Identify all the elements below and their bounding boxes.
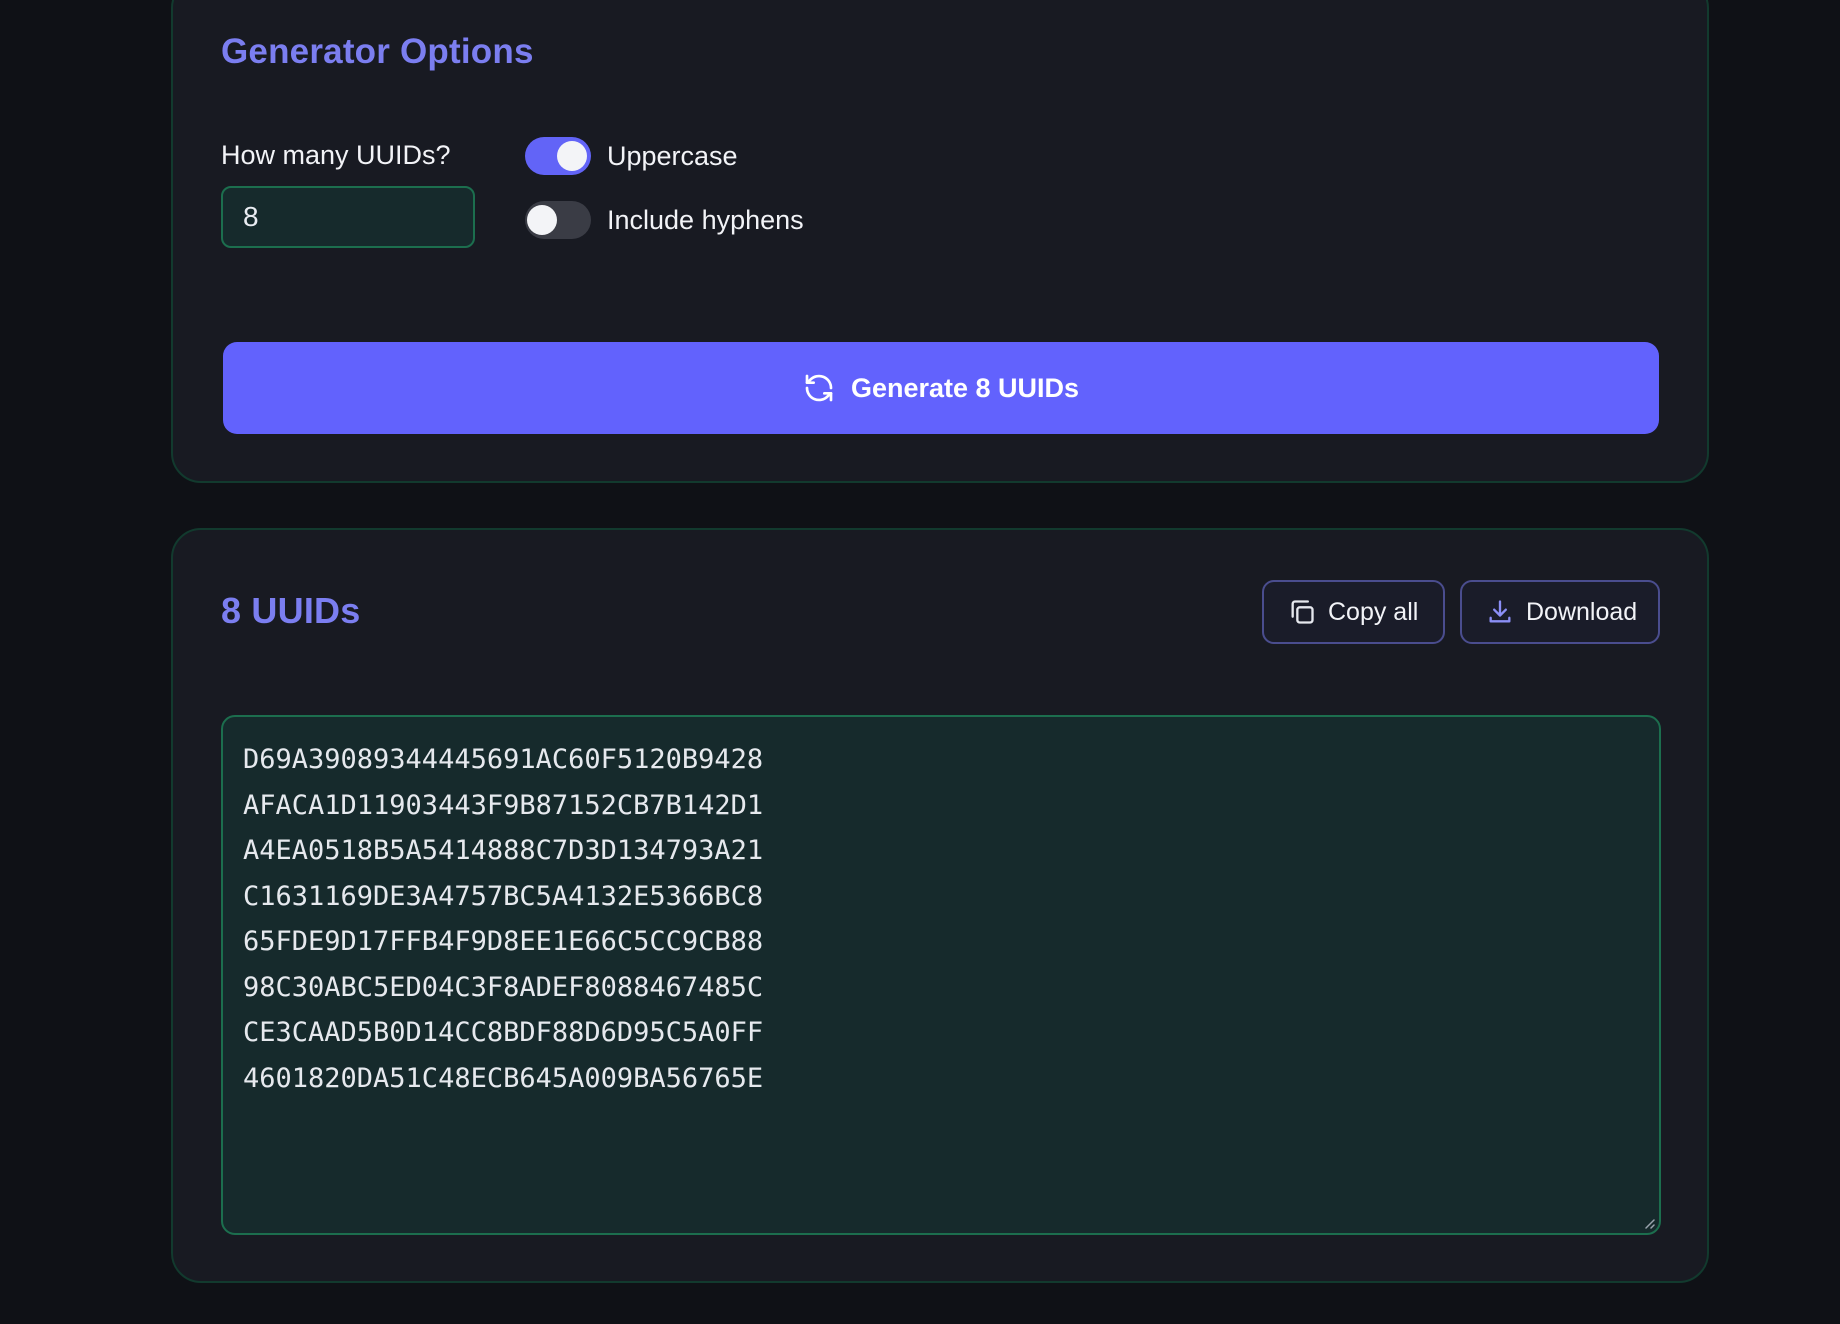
generator-options-card: Generator Options How many UUIDs? Upperc… xyxy=(171,0,1709,483)
copy-all-label: Copy all xyxy=(1328,597,1419,626)
toggle-knob xyxy=(557,141,587,171)
uppercase-toggle-row[interactable]: Uppercase xyxy=(525,137,738,175)
download-icon xyxy=(1486,598,1514,626)
uuid-line: CE3CAAD5B0D14CC8BDF88D6D95C5A0FF xyxy=(243,1017,764,1048)
uppercase-toggle[interactable] xyxy=(525,137,591,175)
hyphens-toggle[interactable] xyxy=(525,201,591,239)
uuid-line: 4601820DA51C48ECB645A009BA56765E xyxy=(243,1062,764,1094)
uuid-list: D69A39089344445691AC60F5120B9428 AFACA1D… xyxy=(243,737,1639,1101)
options-title: Generator Options xyxy=(221,32,534,71)
uuid-line: 98C30ABC5ED04C3F8ADEF8088467485C xyxy=(243,971,764,1003)
uuid-line: AFACA1D11903443F9B87152CB7B142D1 xyxy=(243,789,764,821)
generate-button[interactable]: Generate 8 UUIDs xyxy=(223,342,1659,434)
hyphens-toggle-row[interactable]: Include hyphens xyxy=(525,201,804,239)
uuid-line: A4EA0518B5A5414888C7D3D134793A21 xyxy=(243,835,764,866)
uuid-line: C1631169DE3A4757BC5A4132E5366BC8 xyxy=(243,880,764,912)
download-label: Download xyxy=(1526,597,1638,626)
uppercase-label: Uppercase xyxy=(607,140,738,171)
toggle-knob xyxy=(527,205,557,235)
hyphens-label: Include hyphens xyxy=(607,204,804,235)
uuid-output-textarea[interactable]: D69A39089344445691AC60F5120B9428 AFACA1D… xyxy=(221,715,1661,1235)
generate-label: Generate 8 UUIDs xyxy=(850,372,1080,403)
uuid-line: D69A39089344445691AC60F5120B9428 xyxy=(243,744,764,775)
count-input[interactable] xyxy=(221,186,475,248)
count-label: How many UUIDs? xyxy=(221,140,451,170)
results-title: 8 UUIDs xyxy=(221,590,361,631)
copy-all-button[interactable]: Copy all xyxy=(1262,580,1445,644)
results-card: 8 UUIDs Copy all Download D69A3908934444… xyxy=(171,528,1709,1283)
copy-icon xyxy=(1288,598,1316,626)
resize-handle-icon[interactable] xyxy=(1641,1215,1655,1229)
refresh-icon xyxy=(803,372,835,404)
download-button[interactable]: Download xyxy=(1460,580,1660,644)
uuid-line: 65FDE9D17FFB4F9D8EE1E66C5CC9CB88 xyxy=(243,926,764,957)
